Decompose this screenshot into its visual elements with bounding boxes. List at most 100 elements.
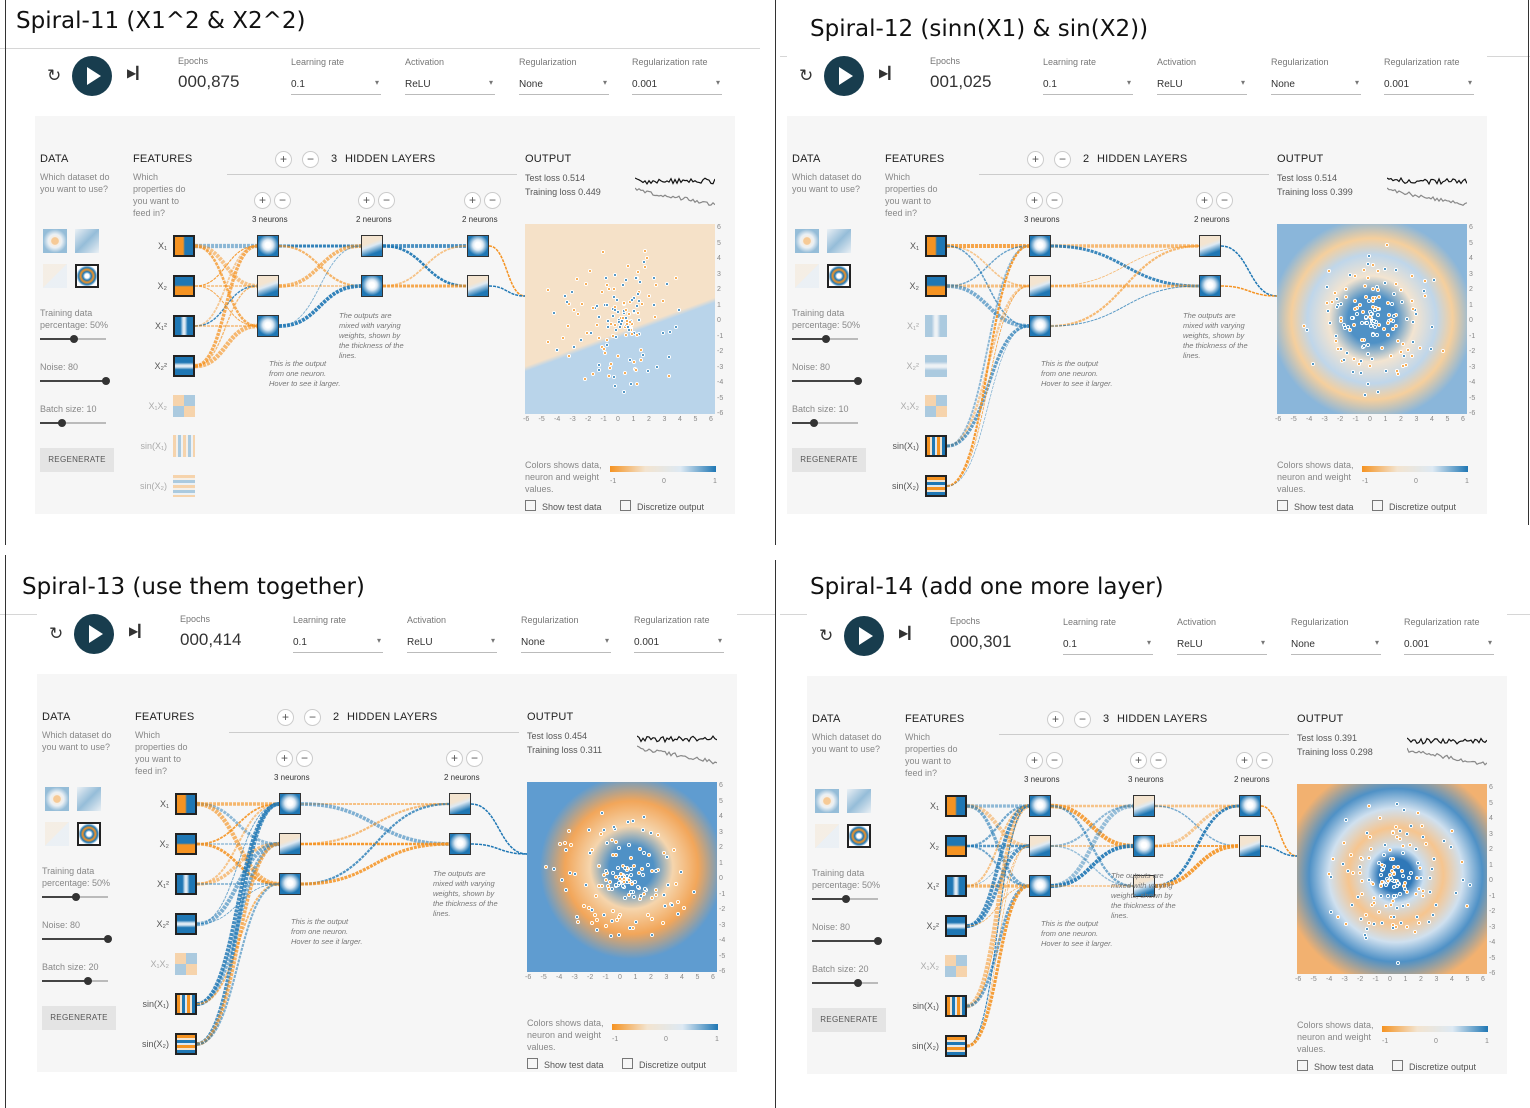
- noise-slider[interactable]: [792, 377, 862, 385]
- regularization-rate-select[interactable]: 0.001 ▾: [634, 634, 724, 653]
- remove-neuron-button[interactable]: −: [1256, 752, 1273, 769]
- neuron[interactable]: [1029, 315, 1051, 337]
- remove-neuron-button[interactable]: −: [1046, 752, 1063, 769]
- add-layer-button[interactable]: +: [277, 709, 294, 726]
- neuron[interactable]: [257, 235, 279, 257]
- training-percentage-slider[interactable]: [40, 335, 106, 343]
- feature-tile[interactable]: [175, 833, 197, 855]
- add-neuron-button[interactable]: +: [254, 192, 271, 209]
- remove-neuron-button[interactable]: −: [466, 750, 483, 767]
- discretize-output-checkbox[interactable]: Discretize output: [620, 500, 704, 512]
- add-neuron-button[interactable]: +: [1130, 752, 1147, 769]
- show-test-data-checkbox[interactable]: Show test data: [1297, 1060, 1374, 1072]
- regularization-rate-select[interactable]: 0.001 ▾: [1384, 76, 1474, 95]
- learning-rate-select[interactable]: 0.1 ▾: [1063, 636, 1153, 655]
- remove-layer-button[interactable]: −: [302, 151, 319, 168]
- regularization-select[interactable]: None ▾: [519, 76, 609, 95]
- dataset-gaussian[interactable]: [815, 824, 839, 848]
- feature-tile[interactable]: [945, 1035, 967, 1057]
- dataset-circle[interactable]: [45, 787, 69, 811]
- show-test-data-checkbox[interactable]: Show test data: [525, 500, 602, 512]
- neuron[interactable]: [361, 275, 383, 297]
- feature-tile[interactable]: [175, 793, 197, 815]
- dataset-gaussian[interactable]: [45, 822, 69, 846]
- neuron[interactable]: [449, 793, 471, 815]
- feature-tile[interactable]: [945, 795, 967, 817]
- training-percentage-slider[interactable]: [42, 893, 108, 901]
- output-heatmap[interactable]: [525, 224, 715, 414]
- regularization-select[interactable]: None ▾: [1291, 636, 1381, 655]
- add-neuron-button[interactable]: +: [1236, 752, 1253, 769]
- noise-slider[interactable]: [40, 377, 110, 385]
- batch-size-slider[interactable]: [792, 419, 858, 427]
- feature-tile[interactable]: [925, 395, 947, 417]
- neuron[interactable]: [279, 793, 301, 815]
- dataset-xor[interactable]: [77, 787, 101, 811]
- feature-tile[interactable]: [173, 475, 195, 497]
- feature-tile[interactable]: [175, 993, 197, 1015]
- add-neuron-button[interactable]: +: [1026, 752, 1043, 769]
- add-neuron-button[interactable]: +: [446, 750, 463, 767]
- noise-slider[interactable]: [42, 935, 112, 943]
- dataset-gaussian[interactable]: [795, 264, 819, 288]
- feature-tile[interactable]: [925, 275, 947, 297]
- dataset-spiral[interactable]: [827, 264, 851, 288]
- neuron[interactable]: [1199, 275, 1221, 297]
- feature-tile[interactable]: [175, 1033, 197, 1055]
- neuron[interactable]: [1133, 795, 1155, 817]
- feature-tile[interactable]: [925, 235, 947, 257]
- neuron[interactable]: [467, 275, 489, 297]
- remove-neuron-button[interactable]: −: [296, 750, 313, 767]
- remove-neuron-button[interactable]: −: [1046, 192, 1063, 209]
- feature-tile[interactable]: [173, 235, 195, 257]
- remove-layer-button[interactable]: −: [1074, 711, 1091, 728]
- feature-tile[interactable]: [925, 315, 947, 337]
- play-button[interactable]: [844, 616, 884, 656]
- reset-icon[interactable]: ↻: [799, 66, 813, 86]
- feature-tile[interactable]: [175, 913, 197, 935]
- play-button[interactable]: [72, 56, 112, 96]
- output-heatmap[interactable]: [527, 782, 717, 972]
- neuron[interactable]: [1133, 835, 1155, 857]
- neuron[interactable]: [1029, 795, 1051, 817]
- batch-size-slider[interactable]: [40, 419, 106, 427]
- step-icon[interactable]: ▶▎: [129, 624, 147, 638]
- neuron[interactable]: [257, 275, 279, 297]
- regenerate-button[interactable]: REGENERATE: [812, 1008, 886, 1032]
- neuron[interactable]: [1029, 835, 1051, 857]
- feature-tile[interactable]: [925, 475, 947, 497]
- dataset-circle[interactable]: [43, 229, 67, 253]
- regenerate-button[interactable]: REGENERATE: [792, 448, 866, 472]
- activation-select[interactable]: ReLU ▾: [1177, 636, 1267, 655]
- dataset-circle[interactable]: [815, 789, 839, 813]
- output-heatmap[interactable]: [1297, 784, 1487, 974]
- remove-neuron-button[interactable]: −: [1216, 192, 1233, 209]
- feature-tile[interactable]: [175, 953, 197, 975]
- neuron[interactable]: [1239, 795, 1261, 817]
- output-heatmap[interactable]: [1277, 224, 1467, 414]
- remove-neuron-button[interactable]: −: [1150, 752, 1167, 769]
- learning-rate-select[interactable]: 0.1 ▾: [291, 76, 381, 95]
- regularization-select[interactable]: None ▾: [1271, 76, 1361, 95]
- dataset-circle[interactable]: [795, 229, 819, 253]
- feature-tile[interactable]: [925, 435, 947, 457]
- add-layer-button[interactable]: +: [1047, 711, 1064, 728]
- feature-tile[interactable]: [945, 915, 967, 937]
- neuron[interactable]: [279, 873, 301, 895]
- feature-tile[interactable]: [173, 355, 195, 377]
- discretize-output-checkbox[interactable]: Discretize output: [1372, 500, 1456, 512]
- regularization-rate-select[interactable]: 0.001 ▾: [632, 76, 722, 95]
- dataset-spiral[interactable]: [75, 264, 99, 288]
- neuron[interactable]: [467, 235, 489, 257]
- feature-tile[interactable]: [945, 995, 967, 1017]
- play-button[interactable]: [74, 614, 114, 654]
- add-layer-button[interactable]: +: [275, 151, 292, 168]
- feature-tile[interactable]: [173, 275, 195, 297]
- play-button[interactable]: [824, 56, 864, 96]
- activation-select[interactable]: ReLU ▾: [407, 634, 497, 653]
- neuron[interactable]: [279, 833, 301, 855]
- noise-slider[interactable]: [812, 937, 882, 945]
- regenerate-button[interactable]: REGENERATE: [40, 448, 114, 472]
- dataset-xor[interactable]: [827, 229, 851, 253]
- reset-icon[interactable]: ↻: [47, 66, 61, 86]
